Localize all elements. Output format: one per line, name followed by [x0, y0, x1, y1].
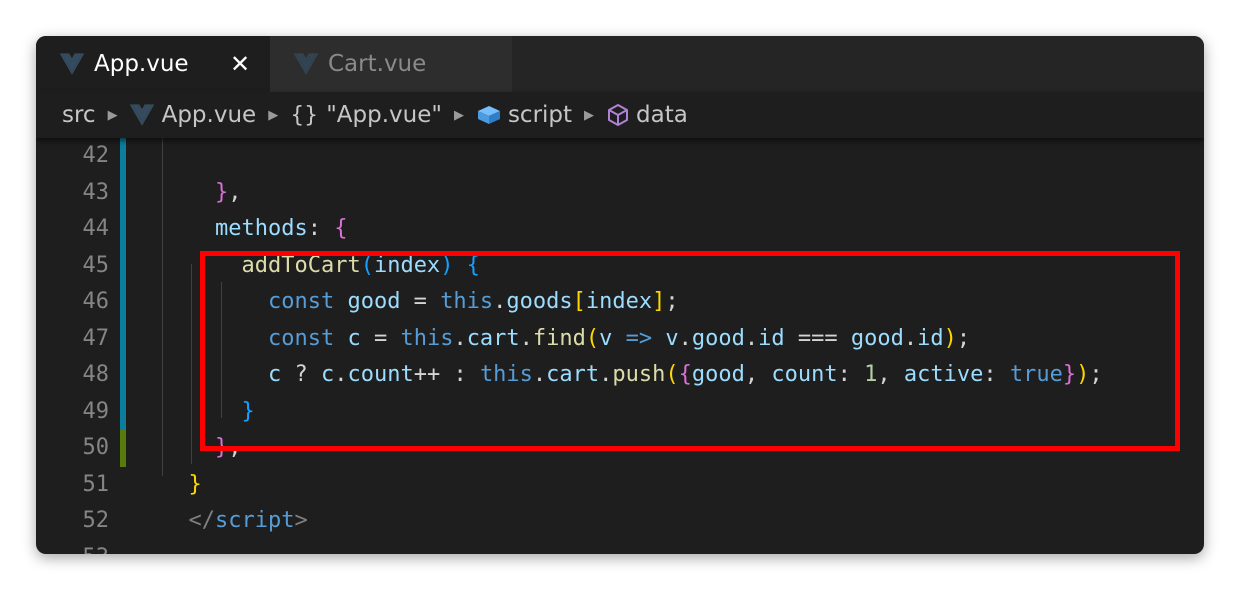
code-line[interactable]: 53: [36, 540, 1204, 555]
chevron-right-icon: ▶: [584, 107, 595, 123]
code-token: ,: [228, 179, 242, 205]
braces-icon: {}: [290, 102, 319, 128]
tab-bar: App.vue ✕ Cart.vue: [36, 36, 1204, 92]
line-number: 51: [82, 471, 110, 497]
tab-cart-vue[interactable]: Cart.vue: [270, 36, 512, 92]
code-line[interactable]: 44 methods: {: [36, 211, 1204, 248]
line-number: 48: [82, 362, 110, 387]
code-token: {: [334, 216, 348, 241]
vue-logo-icon: [129, 104, 154, 126]
script-cube-icon: [477, 106, 500, 124]
line-number: 52: [82, 508, 110, 533]
line-number: 53: [36, 540, 110, 555]
breadcrumb-src[interactable]: src: [62, 102, 96, 128]
line-number: 43: [82, 179, 110, 205]
breadcrumb: src ▶ App.vue ▶ {} "App.vue" ▶ script ▶: [36, 92, 1204, 138]
git-change-marker: [120, 430, 126, 467]
breadcrumb-label: App.vue: [161, 102, 257, 128]
line-number: 44: [82, 216, 110, 241]
data-cube-icon: [608, 104, 629, 126]
git-change-marker: [120, 393, 126, 431]
code-token: script: [215, 508, 295, 533]
code-text: methods: {: [162, 211, 347, 247]
code-line[interactable]: 43 },: [36, 174, 1204, 212]
git-change-marker: [120, 357, 126, 394]
breadcrumb-label: "App.vue": [326, 102, 442, 128]
code-token: }: [214, 179, 229, 205]
git-change-marker: [120, 174, 126, 212]
tab-label: Cart.vue: [328, 51, 427, 77]
code-line[interactable]: 52 </script>: [36, 503, 1204, 539]
git-change-marker: [120, 320, 126, 358]
breadcrumb-data[interactable]: data: [606, 102, 688, 128]
highlight-box: [200, 251, 1180, 451]
code-token: methods: [214, 216, 308, 241]
line-number: 49: [82, 398, 110, 424]
breadcrumb-label: script: [507, 102, 573, 128]
chevron-right-icon: ▶: [107, 107, 118, 123]
close-icon[interactable]: ✕: [230, 36, 250, 92]
breadcrumb-script[interactable]: script: [476, 102, 572, 128]
code-token: >: [294, 508, 308, 533]
code-text: }: [162, 467, 202, 503]
git-change-marker: [120, 211, 126, 248]
line-number: 47: [82, 325, 110, 351]
code-text: },: [162, 175, 242, 211]
line-number: 46: [82, 289, 110, 314]
code-text: </script>: [162, 503, 308, 539]
tab-app-vue[interactable]: App.vue ✕: [36, 36, 270, 92]
vue-logo-icon: [60, 53, 84, 75]
line-number: 45: [82, 252, 110, 278]
line-number: 50: [82, 435, 110, 460]
chevron-right-icon: ▶: [453, 107, 464, 123]
code-line[interactable]: 42: [36, 138, 1204, 175]
breadcrumb-label: data: [636, 102, 688, 128]
code-token: }: [188, 471, 202, 497]
breadcrumb-label: src: [62, 102, 96, 128]
line-number: 42: [82, 143, 110, 168]
vue-logo-icon: [294, 53, 318, 75]
breadcrumb-file[interactable]: App.vue: [129, 102, 257, 128]
chevron-right-icon: ▶: [268, 107, 279, 123]
tab-label: App.vue: [94, 51, 189, 77]
breadcrumb-module[interactable]: {} "App.vue": [290, 102, 442, 128]
code-token: </: [188, 508, 216, 533]
git-change-marker: [120, 247, 126, 285]
git-change-marker: [120, 284, 126, 321]
code-line[interactable]: 51 }: [36, 467, 1204, 503]
git-change-marker: [120, 138, 126, 175]
code-token: :: [307, 216, 335, 241]
